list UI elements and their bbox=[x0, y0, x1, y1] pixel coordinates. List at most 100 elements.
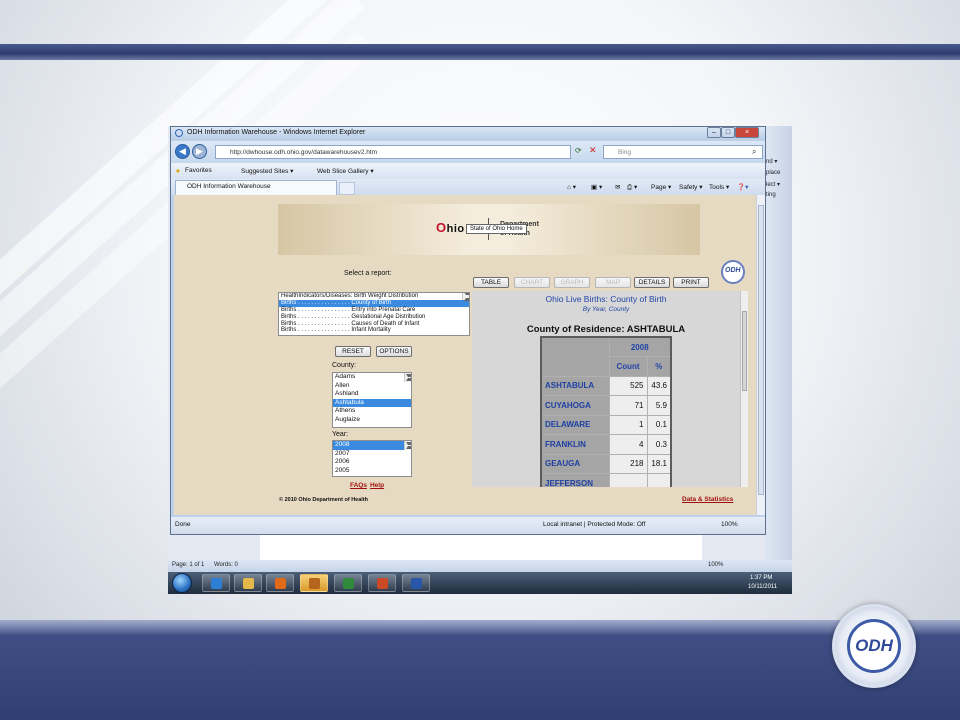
year-option[interactable]: 2006 bbox=[333, 458, 411, 467]
start-button[interactable] bbox=[172, 573, 192, 593]
copyright-text: © 2010 Ohio Department of Health bbox=[279, 497, 369, 503]
map-view-button[interactable]: MAP bbox=[595, 277, 631, 288]
county-heading: County of Residence: ASHTABULA bbox=[526, 324, 686, 335]
row-county: FRANKLIN bbox=[540, 434, 610, 455]
page-menu[interactable]: Page ▾ bbox=[651, 183, 671, 191]
home-icon[interactable]: ⌂ ▾ bbox=[567, 183, 576, 191]
search-icon[interactable]: ⌕ bbox=[752, 147, 756, 157]
data-statistics-link[interactable]: Data & Statistics bbox=[682, 496, 733, 503]
refresh-icon[interactable]: ⟳ bbox=[575, 146, 582, 155]
report-option[interactable]: Births . . . . . . . . . . . . . . . . I… bbox=[279, 327, 469, 334]
odh-small-logo[interactable]: ODH bbox=[721, 260, 745, 284]
window-title: ODH Information Warehouse - Windows Inte… bbox=[187, 129, 366, 136]
url-field[interactable]: http://dwhouse.odh.ohio.gov/datawarehous… bbox=[215, 145, 571, 159]
taskbar-word-icon[interactable] bbox=[402, 574, 430, 592]
report-option-selected[interactable]: Births . . . . . . . . . . . . . . . . C… bbox=[279, 299, 469, 307]
year-column-header: 2008 bbox=[608, 336, 672, 357]
print-button[interactable]: PRINT bbox=[673, 277, 709, 288]
help-link[interactable]: Help bbox=[370, 482, 384, 489]
county-option[interactable]: Athens bbox=[333, 407, 411, 416]
percent-column-header: % bbox=[646, 356, 672, 377]
report-option[interactable]: Births . . . . . . . . . . . . . . . . C… bbox=[279, 321, 469, 328]
county-listbox[interactable]: Adams Allen Ashland Ashtabula Athens Aug… bbox=[332, 372, 412, 428]
year-list-scrollbar[interactable] bbox=[404, 441, 411, 450]
clock-time[interactable]: 1:37 PM bbox=[750, 575, 772, 581]
county-option-selected[interactable]: Ashtabula bbox=[333, 398, 411, 408]
safety-menu[interactable]: Safety ▾ bbox=[679, 183, 703, 191]
odh-banner[interactable]: Ohio Departmentof Health State of Ohio H… bbox=[278, 204, 700, 255]
search-field[interactable]: Bing ⌕ bbox=[603, 145, 763, 159]
screenshot: nd ▾ place lect ▾ ting Page: 1 of 1 Word… bbox=[168, 126, 792, 594]
county-option[interactable]: Adams bbox=[333, 373, 411, 382]
zoom-level[interactable]: 100% bbox=[721, 521, 738, 528]
forward-icon[interactable]: ▶ bbox=[192, 144, 207, 159]
row-count: 525 bbox=[608, 375, 648, 396]
ie-logo-icon bbox=[175, 129, 183, 137]
year-option[interactable]: 2007 bbox=[333, 450, 411, 459]
taskbar-media-player-icon[interactable] bbox=[266, 574, 294, 592]
taskbar-explorer-icon[interactable] bbox=[234, 574, 262, 592]
faqs-link[interactable]: FAQs bbox=[350, 482, 367, 489]
tab-title[interactable]: ODH Information Warehouse bbox=[187, 183, 271, 190]
system-tray: 1:37 PM 10/11/2011 bbox=[688, 572, 792, 594]
row-percent: 0.1 bbox=[646, 414, 672, 435]
slide-bottom-band bbox=[0, 620, 960, 720]
taskbar-outlook-icon[interactable] bbox=[300, 574, 328, 592]
maximize-icon[interactable]: □ bbox=[721, 127, 735, 138]
mail-icon[interactable]: ✉ bbox=[615, 183, 620, 191]
county-option[interactable]: Allen bbox=[333, 382, 411, 391]
table-row: GEAUGA 218 18.1 bbox=[540, 453, 672, 474]
stop-icon[interactable]: ✕ bbox=[589, 145, 597, 156]
favorites-bar: ★ Favorites Suggested Sites ▾ Web Slice … bbox=[171, 163, 765, 179]
year-option[interactable]: 2005 bbox=[333, 467, 411, 476]
chart-view-button[interactable]: CHART bbox=[514, 277, 550, 288]
table-row: CUYAHOGA 71 5.9 bbox=[540, 395, 672, 416]
county-list-scrollbar[interactable] bbox=[404, 373, 411, 382]
page-scrollbar[interactable] bbox=[756, 195, 765, 515]
graph-view-button[interactable]: GRAPH bbox=[554, 277, 590, 288]
back-icon[interactable]: ◀ bbox=[175, 144, 190, 159]
report-list-scrollbar[interactable] bbox=[462, 293, 469, 301]
close-icon[interactable]: × bbox=[735, 127, 759, 138]
clock-date[interactable]: 10/11/2011 bbox=[748, 584, 777, 590]
table-view-button[interactable]: TABLE bbox=[473, 277, 509, 288]
print-icon[interactable]: ⎙ ▾ bbox=[627, 183, 637, 192]
new-tab-button[interactable] bbox=[339, 182, 355, 195]
favorites-label[interactable]: Favorites bbox=[185, 167, 212, 174]
help-icon[interactable]: ❓▾ bbox=[737, 183, 748, 191]
minimize-icon[interactable]: – bbox=[707, 127, 721, 138]
url-text: http://dwhouse.odh.ohio.gov/datawarehous… bbox=[230, 149, 378, 156]
security-zone[interactable]: Local intranet | Protected Mode: Off bbox=[543, 521, 645, 528]
table-row: JEFFERSON bbox=[540, 473, 672, 487]
year-listbox[interactable]: 2008 2007 2006 2005 bbox=[332, 440, 412, 477]
word-status-bar: Page: 1 of 1 Words: 0 100% bbox=[168, 560, 792, 572]
report-option[interactable]: HealthIndicators/Diseases: Birth Weight … bbox=[279, 293, 469, 300]
reset-button[interactable]: RESET bbox=[335, 346, 371, 357]
report-option[interactable]: Births . . . . . . . . . . . . . . . . G… bbox=[279, 314, 469, 321]
taskbar-ie-icon[interactable] bbox=[202, 574, 230, 592]
feeds-icon[interactable]: ▣ ▾ bbox=[591, 183, 602, 191]
favorites-star-icon: ★ bbox=[175, 168, 181, 175]
report-scrollbar[interactable] bbox=[740, 291, 748, 487]
taskbar-excel-icon[interactable] bbox=[334, 574, 362, 592]
year-option-selected[interactable]: 2008 bbox=[333, 441, 411, 450]
row-count: 4 bbox=[608, 434, 648, 455]
details-button[interactable]: DETAILS bbox=[634, 277, 670, 288]
tools-menu[interactable]: Tools ▾ bbox=[709, 183, 729, 191]
report-option[interactable]: Births . . . . . . . . . . . . . . . . E… bbox=[279, 307, 469, 314]
suggested-sites-link[interactable]: Suggested Sites ▾ bbox=[241, 167, 293, 175]
options-button[interactable]: OPTIONS bbox=[376, 346, 412, 357]
report-listbox[interactable]: HealthIndicators/Diseases: Birth Weight … bbox=[278, 292, 470, 336]
ohio-logo: Ohio bbox=[436, 220, 465, 235]
row-county: CUYAHOGA bbox=[540, 395, 610, 416]
word-zoom[interactable]: 100% bbox=[708, 562, 723, 568]
county-option[interactable]: Ashland bbox=[333, 390, 411, 399]
status-text: Done bbox=[175, 521, 191, 528]
taskbar-powerpoint-icon[interactable] bbox=[368, 574, 396, 592]
row-percent: 0.3 bbox=[646, 434, 672, 455]
web-slice-gallery-link[interactable]: Web Slice Gallery ▾ bbox=[317, 167, 374, 175]
county-option[interactable]: Auglaize bbox=[333, 416, 411, 425]
row-county: JEFFERSON bbox=[540, 473, 610, 487]
count-column-header: Count bbox=[608, 356, 648, 377]
row-county: ASHTABULA bbox=[540, 375, 610, 396]
